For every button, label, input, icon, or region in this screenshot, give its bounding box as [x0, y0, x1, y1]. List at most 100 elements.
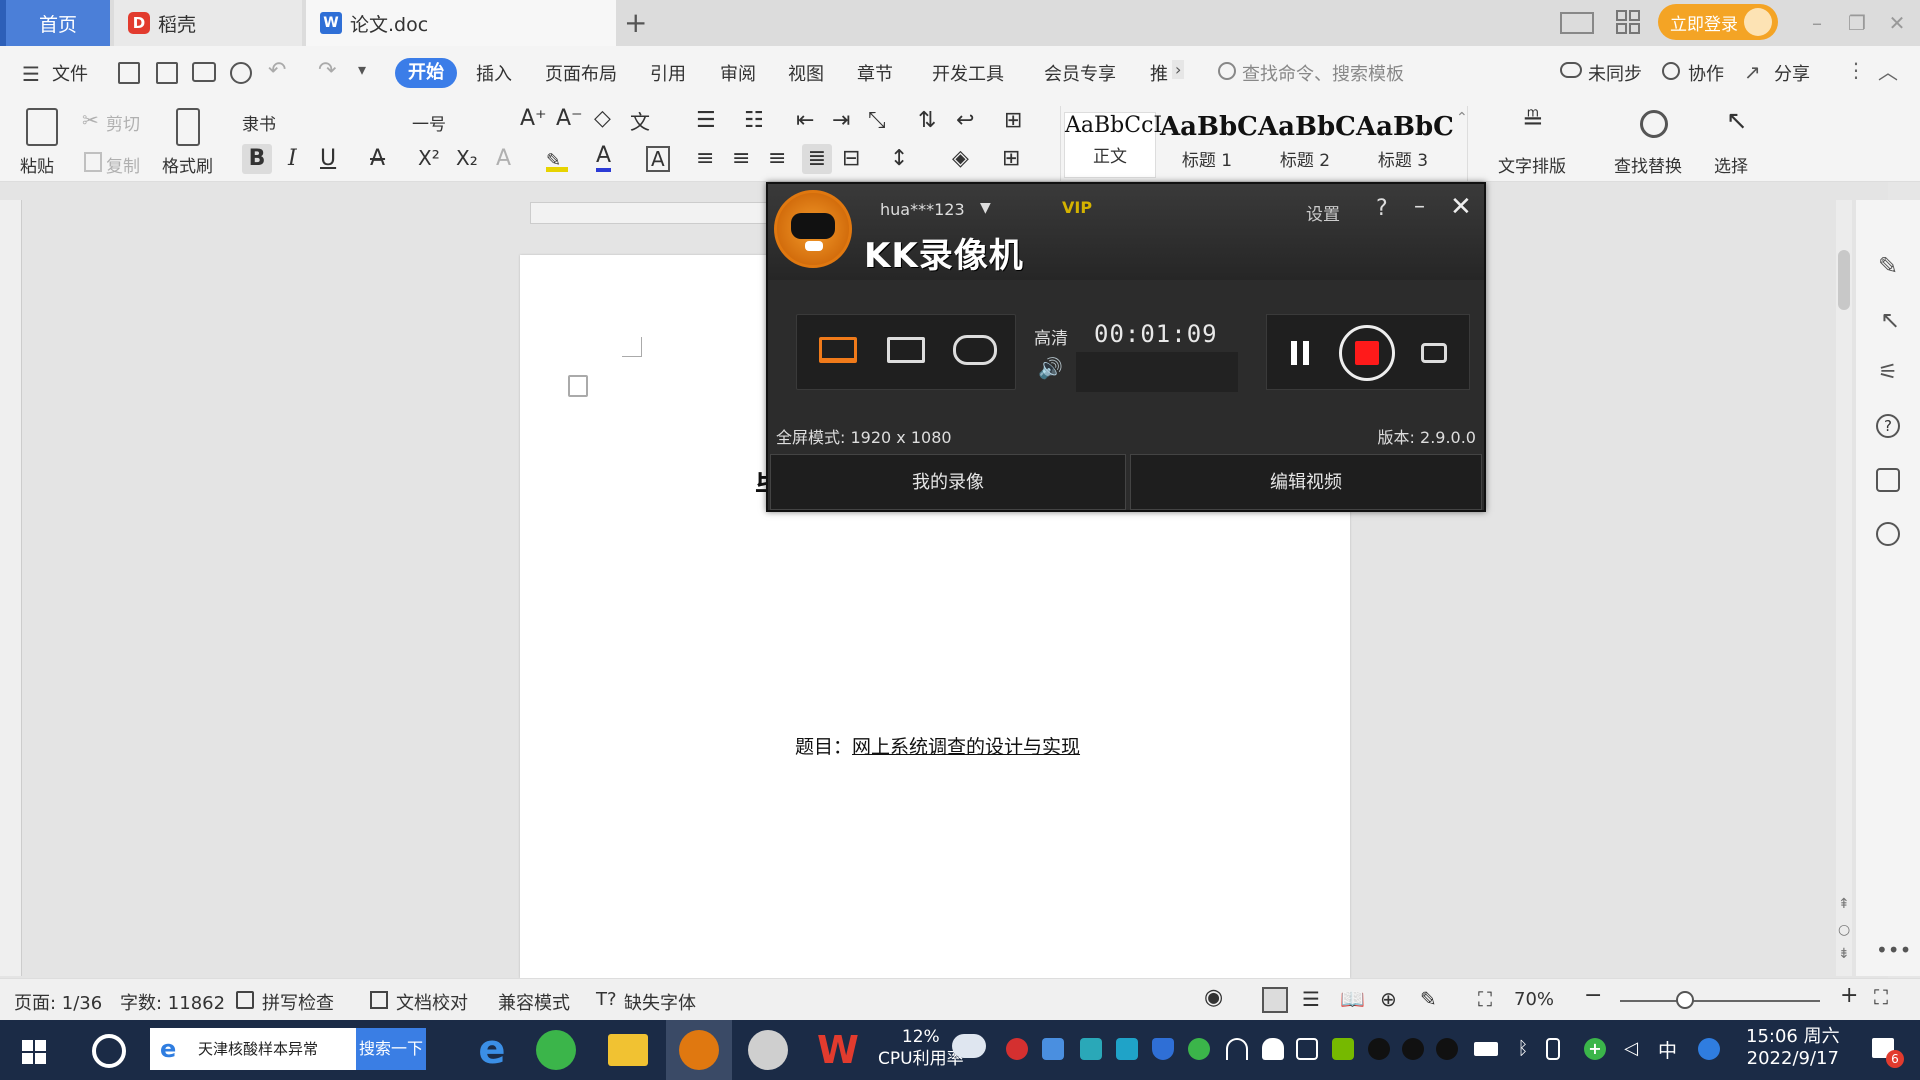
horizontal-ruler[interactable]: [530, 202, 770, 224]
format-painter-label[interactable]: 格式刷: [162, 152, 213, 177]
quick-access-dropdown-icon[interactable]: ▾: [358, 60, 366, 79]
page-indicator[interactable]: 页面: 1/36: [14, 989, 102, 1015]
tray-app-white-icon[interactable]: [1296, 1038, 1318, 1060]
zoom-level[interactable]: 70%: [1514, 989, 1554, 1010]
spell-check-button[interactable]: 拼写检查: [262, 989, 334, 1015]
zoom-in-icon[interactable]: +: [1840, 983, 1858, 1008]
web-view-icon[interactable]: ⊕: [1380, 987, 1397, 1011]
pause-icon[interactable]: [1291, 341, 1309, 365]
clear-format-icon[interactable]: ◇: [594, 106, 611, 131]
menu-page-layout[interactable]: 页面布局: [545, 60, 617, 86]
volume-icon[interactable]: 🔊: [1038, 356, 1063, 380]
adjust-icon[interactable]: ⚟: [1878, 360, 1898, 385]
undo-icon[interactable]: ↶: [268, 58, 286, 83]
menu-developer[interactable]: 开发工具: [932, 60, 1004, 86]
text-direction-icon[interactable]: ⤡: [868, 108, 886, 133]
copy-label[interactable]: 复制: [106, 152, 140, 177]
font-name-select[interactable]: 隶书: [242, 110, 276, 135]
outline-view-icon[interactable]: ☰: [1302, 987, 1320, 1011]
increase-indent-icon[interactable]: ⇥: [832, 108, 850, 133]
tab-stops-icon[interactable]: ⊞: [1004, 108, 1022, 133]
taskbar-search-input[interactable]: e 天津核酸样本异常: [150, 1028, 356, 1070]
tray-app-teal-icon[interactable]: [1080, 1038, 1102, 1060]
prev-page-icon[interactable]: ⇞: [1838, 896, 1850, 912]
screenshot-camera-icon[interactable]: [1421, 343, 1447, 363]
backup-icon[interactable]: [1876, 468, 1900, 492]
menu-start[interactable]: 开始: [395, 58, 457, 88]
sort-icon[interactable]: ⇅: [918, 108, 936, 133]
wifi-icon[interactable]: [1226, 1038, 1248, 1060]
recorder-settings-button[interactable]: 设置: [1306, 200, 1340, 225]
find-replace-icon[interactable]: [1640, 110, 1668, 138]
cut-label[interactable]: 剪切: [106, 110, 140, 135]
select-browse-icon[interactable]: ○: [1838, 922, 1850, 938]
taskbar-clock[interactable]: 15:06 周六 2022/9/17: [1746, 1026, 1840, 1070]
recorder-username[interactable]: hua***123: [880, 200, 965, 219]
copy-icon[interactable]: [84, 152, 102, 172]
recorder-close-icon[interactable]: ✕: [1450, 192, 1472, 222]
eye-protection-icon[interactable]: ◉: [1204, 985, 1223, 1010]
borders-icon[interactable]: ⊞: [1002, 146, 1020, 171]
recorder-minimize-icon[interactable]: –: [1414, 194, 1425, 219]
style-heading-2[interactable]: AaBbC 标题 2: [1258, 112, 1356, 171]
tray-app-blue-icon[interactable]: [1042, 1038, 1064, 1060]
select-cursor-icon[interactable]: ↖: [1726, 106, 1748, 136]
generic-app-icon[interactable]: [748, 1030, 788, 1070]
next-page-icon[interactable]: ⇟: [1838, 946, 1850, 962]
green-browser-icon[interactable]: [536, 1030, 576, 1070]
nvidia-icon[interactable]: [1332, 1038, 1354, 1060]
shrink-font-icon[interactable]: A⁻: [556, 106, 583, 131]
justify-icon[interactable]: ≣: [802, 144, 832, 174]
align-right-icon[interactable]: ≡: [768, 146, 786, 171]
tab-document[interactable]: W 论文.doc: [306, 0, 616, 46]
menu-chapter[interactable]: 章节: [857, 60, 893, 86]
styles-scroll-icon[interactable]: ⌃: [1456, 110, 1468, 126]
battery-icon[interactable]: [1474, 1042, 1498, 1056]
edit-video-button[interactable]: 编辑视频: [1130, 454, 1482, 510]
menu-references[interactable]: 引用: [650, 60, 686, 86]
taskbar-search-button[interactable]: 搜索一下: [356, 1028, 426, 1070]
menu-review[interactable]: 审阅: [720, 60, 756, 86]
line-break-icon[interactable]: ↩: [956, 108, 974, 133]
bold-icon[interactable]: B: [242, 144, 272, 174]
word-count[interactable]: 字数: 11862: [120, 989, 225, 1015]
fit-page-icon[interactable]: ⛶: [1478, 987, 1492, 1011]
minimize-window-icon[interactable]: –: [1804, 10, 1830, 36]
paste-icon[interactable]: [26, 108, 58, 146]
pen-icon[interactable]: ✎: [1878, 252, 1898, 280]
sync-status[interactable]: 未同步: [1588, 60, 1642, 86]
menu-recommend[interactable]: 推: [1150, 60, 1168, 86]
usb-drive-icon[interactable]: [1546, 1038, 1560, 1060]
speaker-icon[interactable]: ◁: [1620, 1038, 1642, 1060]
windows-start-icon[interactable]: [22, 1040, 46, 1064]
paste-options-icon[interactable]: [568, 375, 588, 397]
qq-penguin-3-icon[interactable]: [1436, 1038, 1458, 1060]
zoom-slider[interactable]: [1620, 1000, 1820, 1002]
text-layout-label[interactable]: 文字排版: [1498, 152, 1566, 177]
file-explorer-icon[interactable]: [608, 1034, 648, 1066]
login-button[interactable]: 立即登录: [1658, 4, 1778, 40]
style-heading-1[interactable]: AaBbC 标题 1: [1160, 112, 1258, 171]
write-mode-icon[interactable]: ✎: [1420, 987, 1437, 1011]
user-dropdown-icon[interactable]: ▼: [980, 200, 991, 216]
pinyin-guide-icon[interactable]: 文: [630, 106, 650, 135]
menu-view[interactable]: 视图: [788, 60, 824, 86]
collaborate-button[interactable]: 协作: [1688, 60, 1724, 86]
restore-window-icon[interactable]: ❐: [1844, 10, 1870, 36]
quality-label[interactable]: 高清: [1034, 324, 1068, 349]
shield-icon[interactable]: [1152, 1038, 1174, 1060]
document-title-line[interactable]: 题目：网上系统调查的设计与实现: [795, 732, 1080, 759]
qq-browser-icon[interactable]: [1698, 1038, 1720, 1060]
highlight-icon[interactable]: ✎: [546, 150, 568, 172]
redo-icon[interactable]: ↷: [318, 58, 336, 83]
menu-member[interactable]: 会员专享: [1044, 60, 1116, 86]
compass-icon[interactable]: [1876, 522, 1900, 546]
print-icon[interactable]: [192, 62, 216, 82]
ime-indicator[interactable]: 中: [1658, 1036, 1677, 1063]
numbered-list-icon[interactable]: ☷: [744, 108, 764, 133]
more-options-icon[interactable]: ⋮: [1846, 58, 1866, 82]
tray-app-red-icon[interactable]: [1006, 1038, 1028, 1060]
tab-home[interactable]: 首页: [0, 0, 110, 46]
collapse-ribbon-icon[interactable]: ︿: [1878, 56, 1898, 85]
superscript-icon[interactable]: X²: [418, 146, 440, 170]
